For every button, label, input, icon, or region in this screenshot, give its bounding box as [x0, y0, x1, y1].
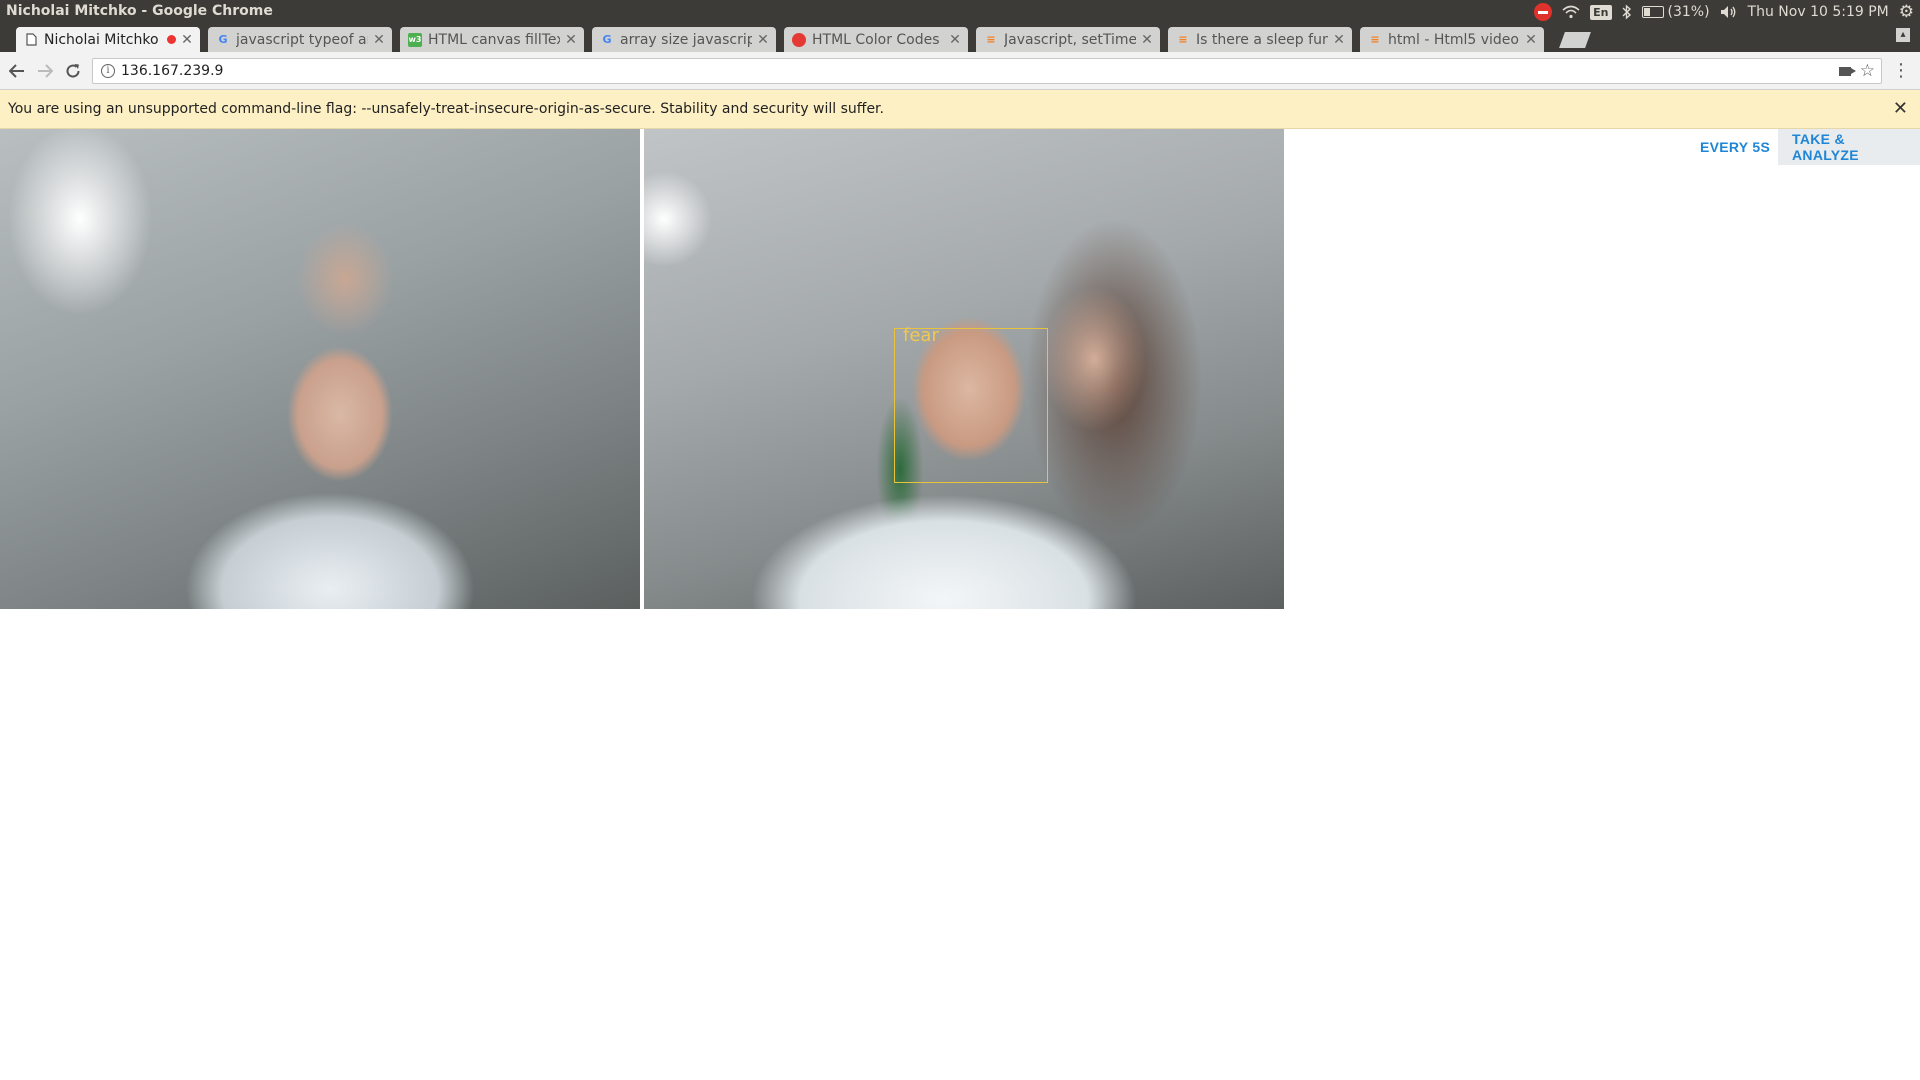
battery-icon — [1641, 6, 1664, 18]
volume-icon[interactable] — [1720, 5, 1738, 19]
bookmark-star-icon[interactable]: ☆ — [1860, 61, 1875, 81]
close-icon[interactable]: ✕ — [180, 32, 194, 48]
reload-button[interactable] — [62, 60, 84, 82]
close-icon[interactable]: ✕ — [1893, 98, 1908, 119]
close-icon[interactable]: ✕ — [372, 32, 386, 48]
menu-icon[interactable]: ⋮ — [1892, 60, 1910, 81]
tab[interactable]: Nicholai Mitchko ✕ — [16, 27, 200, 52]
no-entry-icon[interactable] — [1534, 3, 1553, 21]
warning-infobar: You are using an unsupported command-lin… — [0, 90, 1920, 129]
system-indicators: En (31%) Thu Nov 10 5:19 PM ⚙ — [1534, 0, 1914, 24]
every-5s-button[interactable]: EVERY 5S — [1686, 129, 1784, 165]
forward-button[interactable] — [34, 60, 56, 82]
keyboard-layout-indicator[interactable]: En — [1590, 4, 1612, 20]
close-icon[interactable]: ✕ — [564, 32, 578, 48]
take-and-analyze-button[interactable]: TAKE & ANALYZE — [1778, 129, 1920, 165]
recording-icon — [167, 35, 176, 44]
camera-icon[interactable] — [1839, 67, 1856, 76]
address-bar[interactable]: i 136.167.239.9 ☆ — [92, 58, 1882, 84]
page-content: fear EVERY 5S TAKE & ANALYZE — [0, 129, 1920, 1080]
profile-icon[interactable]: ▴ — [1896, 28, 1910, 42]
battery-indicator[interactable]: (31%) — [1641, 4, 1710, 20]
google-icon: G — [218, 33, 228, 46]
tab-title: Nicholai Mitchko — [44, 31, 159, 48]
wifi-icon[interactable] — [1562, 5, 1580, 19]
tab-title: HTML canvas fillTex — [428, 31, 560, 48]
bluetooth-icon[interactable] — [1622, 4, 1632, 20]
tab-title: Is there a sleep fun — [1196, 31, 1328, 48]
live-video — [0, 129, 640, 609]
url-text[interactable]: 136.167.239.9 — [121, 63, 223, 79]
tab-strip: Nicholai Mitchko ✕ G javascript typeof a… — [0, 24, 1920, 52]
tab-title: javascript typeof ar — [236, 31, 368, 48]
tab-title: HTML Color Codes — [812, 31, 940, 48]
tab[interactable]: G javascript typeof ar ✕ — [208, 27, 392, 52]
stackoverflow-icon: ≡ — [1178, 33, 1188, 46]
clock[interactable]: Thu Nov 10 5:19 PM — [1748, 4, 1889, 20]
close-icon[interactable]: ✕ — [1332, 32, 1346, 48]
back-button[interactable] — [6, 60, 28, 82]
tab-title: html - Html5 video — [1388, 31, 1519, 48]
new-tab-button[interactable] — [1559, 32, 1591, 48]
stackoverflow-icon: ≡ — [1370, 33, 1380, 46]
face-detection-box: fear — [894, 325, 1048, 483]
info-icon[interactable]: i — [101, 64, 115, 78]
close-icon[interactable]: ✕ — [948, 32, 962, 48]
window-title: Nicholai Mitchko - Google Chrome — [6, 3, 273, 19]
close-icon[interactable]: ✕ — [1524, 32, 1538, 48]
infobar-message: You are using an unsupported command-lin… — [8, 101, 884, 117]
stackoverflow-icon: ≡ — [986, 33, 996, 46]
os-top-panel: Nicholai Mitchko - Google Chrome En (31%… — [0, 0, 1920, 24]
gear-icon[interactable]: ⚙ — [1899, 2, 1914, 22]
tab-title: array size javascrip — [620, 31, 752, 48]
close-icon[interactable]: ✕ — [1140, 32, 1154, 48]
tab[interactable]: ≡ Is there a sleep fun ✕ — [1168, 27, 1352, 52]
tab[interactable]: ≡ html - Html5 video ✕ — [1360, 27, 1544, 52]
w3schools-icon: w3 — [408, 32, 422, 47]
tab[interactable]: ≡ Javascript, setTime ✕ — [976, 27, 1160, 52]
google-icon: G — [602, 33, 612, 46]
battery-percent: (31%) — [1667, 4, 1710, 20]
tab[interactable]: G array size javascrip ✕ — [592, 27, 776, 52]
colorwheel-icon — [792, 32, 806, 47]
emotion-label: fear — [903, 325, 939, 346]
tab-title: Javascript, setTime — [1004, 31, 1136, 48]
tab[interactable]: w3 HTML canvas fillTex ✕ — [400, 27, 584, 52]
page-icon — [24, 33, 38, 47]
close-icon[interactable]: ✕ — [756, 32, 770, 48]
snapshot-canvas: fear — [644, 129, 1284, 609]
tab[interactable]: HTML Color Codes ✕ — [784, 27, 968, 52]
browser-toolbar: i 136.167.239.9 ☆ ⋮ — [0, 52, 1920, 90]
